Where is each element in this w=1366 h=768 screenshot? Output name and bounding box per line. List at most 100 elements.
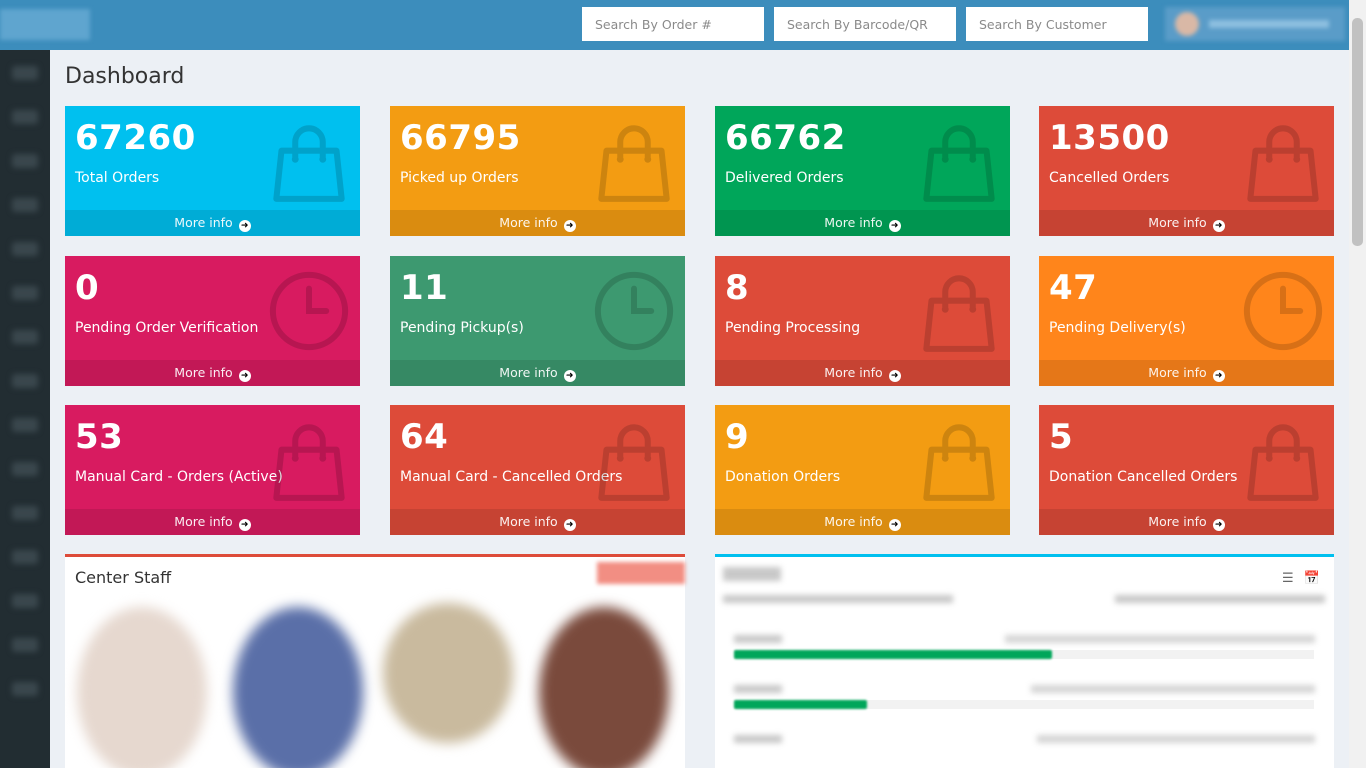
row-legend — [1037, 735, 1315, 743]
arrow-circle-right-icon: ➜ — [888, 370, 901, 382]
more-info-link[interactable]: More info ➜ — [715, 509, 1010, 535]
sidebar-item[interactable] — [12, 242, 38, 256]
center-staff-panel: Center Staff — [65, 554, 685, 768]
stat-value: 67260 — [75, 118, 196, 158]
more-info-label: More info — [824, 215, 883, 230]
stat-label: Total Orders — [75, 170, 160, 186]
stat-value: 53 — [75, 417, 124, 457]
arrow-circle-right-icon: ➜ — [888, 220, 901, 232]
stat-box: 47 Pending Delivery(s) More info ➜ — [1039, 256, 1334, 386]
stat-value: 47 — [1049, 268, 1098, 308]
panel-title: Center Staff — [75, 568, 172, 587]
search-barcode-input[interactable] — [774, 7, 956, 41]
calendar-icon[interactable]: 📅 — [1304, 571, 1320, 586]
stat-label: Picked up Orders — [400, 170, 519, 186]
more-info-link[interactable]: More info ➜ — [1039, 509, 1334, 535]
clock-icon — [591, 268, 677, 354]
more-info-label: More info — [824, 514, 883, 529]
staff-photo[interactable] — [383, 603, 513, 743]
panel-note — [723, 595, 953, 603]
stat-box: 66762 Delivered Orders More info ➜ — [715, 106, 1010, 236]
shopping-bag-icon — [266, 118, 352, 204]
more-info-link[interactable]: More info ➜ — [1039, 210, 1334, 236]
more-info-label: More info — [174, 514, 233, 529]
stat-box: 13500 Cancelled Orders More info ➜ — [1039, 106, 1334, 236]
shopping-bag-icon — [266, 417, 352, 503]
sidebar-item[interactable] — [12, 638, 38, 652]
arrow-circle-right-icon: ➜ — [238, 370, 251, 382]
top-navbar — [0, 0, 1366, 50]
more-info-label: More info — [499, 365, 558, 380]
clock-icon — [266, 268, 352, 354]
sidebar-item[interactable] — [12, 594, 38, 608]
shopping-bag-icon — [1240, 118, 1326, 204]
more-info-label: More info — [1148, 215, 1207, 230]
more-info-link[interactable]: More info ➜ — [390, 509, 685, 535]
sidebar-item[interactable] — [12, 550, 38, 564]
row-legend — [1005, 635, 1315, 643]
panel-title — [723, 567, 781, 581]
sidebar-item[interactable] — [12, 286, 38, 300]
logo[interactable] — [0, 9, 90, 40]
panel-badge[interactable] — [597, 562, 685, 584]
more-info-label: More info — [174, 365, 233, 380]
sidebar-item[interactable] — [12, 198, 38, 212]
search-order-input[interactable] — [582, 7, 764, 41]
stat-label: Pending Order Verification — [75, 320, 259, 336]
stat-value: 13500 — [1049, 118, 1170, 158]
stat-box: 8 Pending Processing More info ➜ — [715, 256, 1010, 386]
scrollbar[interactable] — [1349, 0, 1366, 768]
stat-label: Delivered Orders — [725, 170, 844, 186]
search-customer-input[interactable] — [966, 7, 1148, 41]
stat-value: 5 — [1049, 417, 1074, 457]
more-info-link[interactable]: More info ➜ — [65, 509, 360, 535]
staff-photo[interactable] — [233, 607, 363, 768]
shopping-bag-icon — [916, 118, 1002, 204]
more-info-label: More info — [1148, 365, 1207, 380]
arrow-circle-right-icon: ➜ — [1212, 220, 1225, 232]
arrow-circle-right-icon: ➜ — [563, 220, 576, 232]
sidebar-item[interactable] — [12, 66, 38, 80]
arrow-circle-right-icon: ➜ — [563, 370, 576, 382]
sidebar-item[interactable] — [12, 462, 38, 476]
more-info-label: More info — [174, 215, 233, 230]
stat-value: 0 — [75, 268, 100, 308]
arrow-circle-right-icon: ➜ — [563, 519, 576, 531]
sidebar-item[interactable] — [12, 110, 38, 124]
arrow-circle-right-icon: ➜ — [238, 519, 251, 531]
staff-photo[interactable] — [77, 607, 207, 768]
more-info-label: More info — [499, 514, 558, 529]
row-date — [734, 735, 782, 743]
sidebar-item[interactable] — [12, 506, 38, 520]
sidebar-item[interactable] — [12, 682, 38, 696]
avatar — [1175, 12, 1199, 36]
more-info-link[interactable]: More info ➜ — [390, 210, 685, 236]
stat-box: 9 Donation Orders More info ➜ — [715, 405, 1010, 535]
scrollbar-thumb[interactable] — [1352, 18, 1363, 246]
more-info-link[interactable]: More info ➜ — [1039, 360, 1334, 386]
more-info-link[interactable]: More info ➜ — [65, 210, 360, 236]
shopping-bag-icon — [916, 417, 1002, 503]
stat-label: Donation Orders — [725, 469, 841, 485]
sidebar-item[interactable] — [12, 154, 38, 168]
stat-label: Manual Card - Orders (Active) — [75, 469, 283, 485]
panel-note — [1115, 595, 1325, 603]
more-info-link[interactable]: More info ➜ — [65, 360, 360, 386]
stat-label: Donation Cancelled Orders — [1049, 469, 1238, 485]
stat-label: Manual Card - Cancelled Orders — [400, 469, 623, 485]
page-title: Dashboard — [65, 64, 185, 89]
sidebar-item[interactable] — [12, 374, 38, 388]
progress-bar — [734, 700, 867, 709]
stat-box: 67260 Total Orders More info ➜ — [65, 106, 360, 236]
more-info-link[interactable]: More info ➜ — [390, 360, 685, 386]
user-menu[interactable] — [1165, 7, 1345, 41]
user-name — [1209, 20, 1329, 28]
more-info-link[interactable]: More info ➜ — [715, 210, 1010, 236]
sidebar-item[interactable] — [12, 330, 38, 344]
arrow-circle-right-icon: ➜ — [1212, 370, 1225, 382]
staff-photo[interactable] — [539, 607, 669, 768]
list-icon[interactable]: ☰ — [1282, 571, 1294, 586]
more-info-link[interactable]: More info ➜ — [715, 360, 1010, 386]
sidebar-item[interactable] — [12, 418, 38, 432]
stat-value: 8 — [725, 268, 750, 308]
